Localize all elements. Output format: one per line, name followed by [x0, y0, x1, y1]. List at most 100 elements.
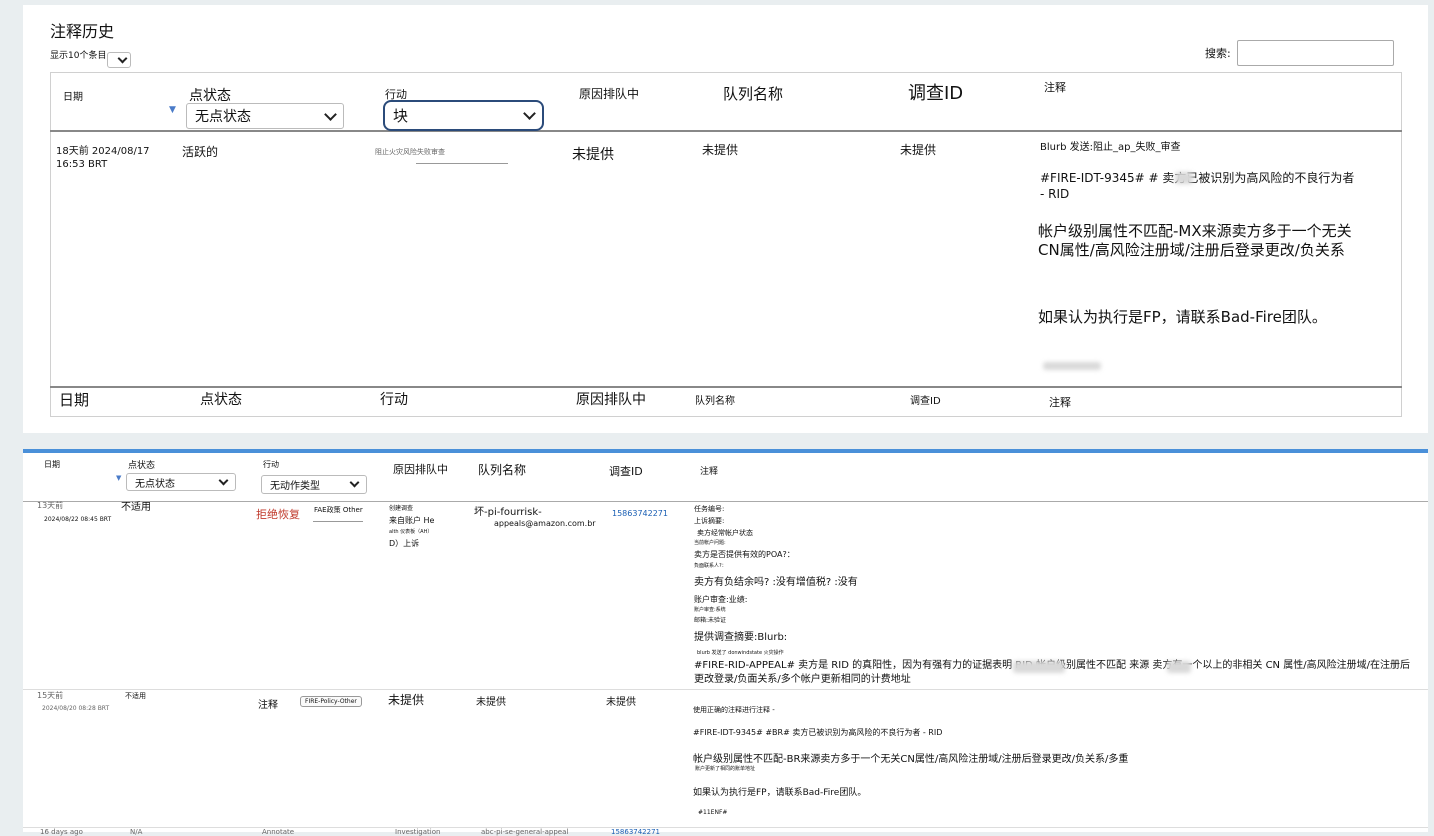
sort-arrow-icon: ▼ [169, 105, 176, 115]
chevron-down-icon [218, 475, 229, 485]
row1-queue-2: appeals@amazon.com.br [494, 519, 596, 528]
row1-comment-9: 账户审查:系统 [694, 607, 726, 613]
redaction [1175, 172, 1193, 184]
search-input[interactable] [1237, 40, 1394, 66]
row-date: 18天前 2024/08/17 16:53 BRT [56, 146, 150, 170]
row-divider [23, 827, 1428, 828]
row2-action-tag: FIRE-Policy-Other [300, 696, 362, 707]
comment-fp-contact: 如果认为执行是FP，请联系Bad-Fire团队。 [1038, 308, 1327, 326]
row1-date-absolute: 2024/08/22 08:45 BRT [44, 516, 112, 523]
status-filter-select[interactable]: 无点状态 [186, 103, 344, 129]
row1-reason-4: D）上诉 [389, 539, 420, 548]
page-title: 注释历史 [50, 22, 115, 41]
header-reason-queue[interactable]: 原因排队中 [579, 85, 639, 102]
action-filter-value: 块 [393, 107, 409, 125]
row2-status: 不适用 [125, 692, 146, 700]
row1-comment-5: 卖方是否提供有效的POA?： [694, 550, 795, 559]
chevron-down-icon [324, 107, 337, 121]
row-queue: 未提供 [702, 143, 739, 157]
header-date[interactable]: 日期 [63, 88, 83, 103]
header-point-status[interactable]: 点状态 [189, 85, 231, 105]
footer-action: 行动 [380, 392, 408, 408]
row2-queue: 未提供 [476, 697, 506, 708]
row1-action: 拒绝恢复 [256, 508, 300, 521]
action-filter-select[interactable]: 块 [383, 100, 544, 131]
header-comment[interactable]: 注释 [1044, 79, 1066, 95]
row1-comment-7: 卖方有负结余吗? :没有增值税? :没有 [694, 577, 858, 588]
footer-reason-queue: 原因排队中 [576, 392, 646, 408]
header-queue-name[interactable]: 队列名称 [723, 83, 783, 104]
chevron-down-icon [523, 107, 536, 120]
search-label: 搜索: [1205, 47, 1231, 60]
row2-date-absolute: 2024/08/20 08:28 BRT [42, 705, 110, 712]
row-reason: 未提供 [572, 147, 614, 163]
status-filter-value: 无点状态 [195, 109, 251, 125]
row1-investigation-id-link[interactable]: 15863742271 [612, 509, 668, 518]
annotation-history-panel: 注释历史 显示10个条目 搜索: 日期 ▼ 点状态 无点状态 行动 块 原因排队… [23, 5, 1428, 433]
header-investigation-id[interactable]: 调查ID [908, 79, 963, 105]
row1-action-underline [313, 521, 363, 522]
row2-comment-1: 使用正确的注释进行注释 - [693, 706, 775, 714]
row2-investigation-id: 未提供 [606, 697, 636, 708]
row3-date-relative: 16 days ago [40, 828, 83, 836]
row2-comment-4: 账户更新了相同的账单地址 [695, 766, 756, 772]
row-investigation-id: 未提供 [900, 143, 937, 157]
row1-status: 不适用 [121, 502, 151, 513]
action-filter-select[interactable]: 无动作类型 [261, 475, 367, 494]
header-comment[interactable]: 注释 [700, 464, 718, 477]
header-action[interactable]: 行动 [263, 459, 279, 470]
row1-queue-1: 坏-pi-fourrisk- [474, 507, 542, 518]
action-filter-value: 无动作类型 [270, 481, 320, 492]
row2-action: 注释 [258, 700, 278, 711]
status-filter-value: 无点状态 [135, 478, 175, 490]
row3-queue: abc-pi-se-general-appeal [481, 828, 569, 836]
header-reason-queue[interactable]: 原因排队中 [393, 461, 448, 477]
chevron-down-icon [349, 477, 360, 488]
chevron-down-icon [117, 53, 128, 63]
row2-comment-2: #FIRE-IDT-9345# #BR# 卖方已被识别为高风险的不良行为者 - … [693, 728, 943, 737]
row2-comment-6: #11ENF# [698, 809, 728, 816]
row2-reason: 未提供 [388, 693, 425, 707]
row3-reason: Investigation [395, 828, 441, 836]
row1-comment-2: 上诉摘要: [694, 517, 725, 525]
header-queue-name[interactable]: 队列名称 [478, 461, 526, 478]
redaction [1167, 661, 1191, 673]
header-date[interactable]: 日期 [44, 459, 60, 470]
row2-date-relative: 15天前 [37, 691, 64, 700]
header-divider [50, 130, 1402, 132]
row1-reason-2: 来自账户 He [389, 516, 435, 525]
footer-divider [50, 386, 1402, 388]
show-entries-label: 显示10个条目 [50, 51, 107, 61]
row1-comment-1: 任务编号: [694, 505, 725, 513]
row1-date-relative: 13天前 [37, 501, 64, 510]
row1-reason-1: 创建调查 [389, 505, 414, 512]
row-action-underline [416, 163, 508, 164]
redaction [1013, 661, 1065, 673]
sort-arrow-icon: ▼ [116, 474, 122, 482]
footer-queue-name: 队列名称 [695, 396, 735, 407]
status-filter-select[interactable]: 无点状态 [126, 473, 236, 491]
row-divider [23, 689, 1428, 690]
row2-comment-5: 如果认为执行是FP，请联系Bad-Fire团队。 [693, 788, 867, 798]
redaction [1043, 362, 1101, 370]
row1-comment-4: 当前帐户问题: [694, 540, 726, 546]
footer-point-status: 点状态 [200, 392, 242, 408]
row3-action: Annotate [262, 828, 295, 836]
header-point-status[interactable]: 点状态 [128, 458, 155, 471]
entries-per-page-select[interactable] [107, 52, 131, 68]
row1-comment-6: 負面联系人?： [694, 563, 727, 569]
row2-comment-3: 帐户级别属性不匹配-BR来源卖方多于一个无关CN属性/高风险注册域/注册后登录更… [693, 754, 1129, 765]
row1-comment-11: 提供调查摘要:Blurb: [694, 632, 788, 643]
row1-comment-3: 卖方经常帐户状态 [697, 529, 753, 537]
row-action: 阻止火灾风险失败审查 [375, 148, 445, 156]
row1-action-tag: FAE政策 Other [314, 506, 363, 514]
footer-comment: 注释 [1049, 396, 1071, 409]
footer-date: 日期 [59, 391, 90, 409]
row1-comment-10: 邮箱:未验证 [694, 617, 727, 624]
row3-investigation-id-link[interactable]: 15863742271 [611, 828, 660, 836]
comment-blurb: Blurb 发送:阻止_ap_失败_审查 [1040, 142, 1181, 153]
header-investigation-id[interactable]: 调查ID [609, 463, 643, 479]
row1-reason-3: alth 仪表板（AH） [389, 529, 433, 535]
annotation-history-panel-2: 日期 点状态 ▼ 无点状态 行动 无动作类型 原因排队中 队列名称 调查ID 注… [23, 449, 1428, 836]
row1-comment-12: blurb 发送了 donwindstate 火灾操作 [697, 650, 784, 656]
